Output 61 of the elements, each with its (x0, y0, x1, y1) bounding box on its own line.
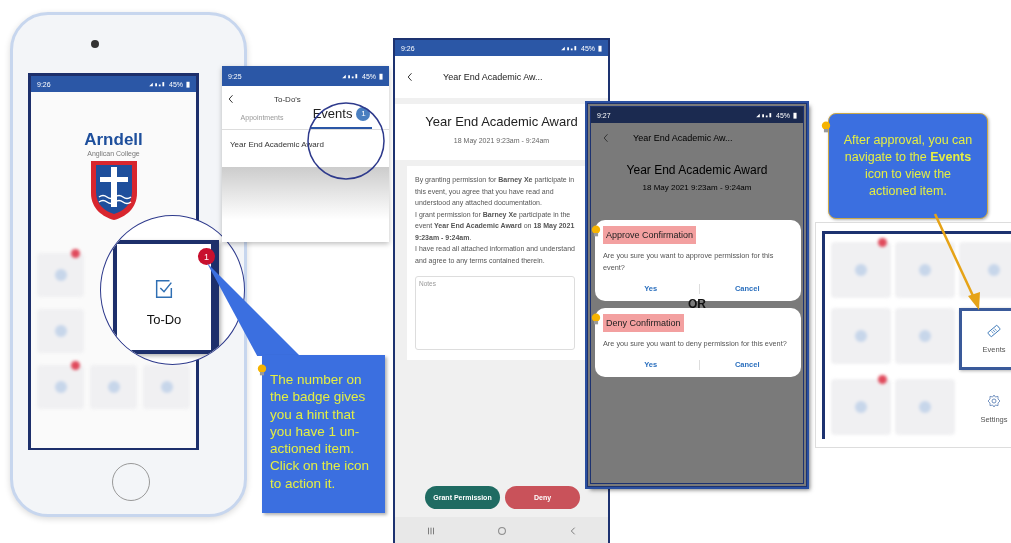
event-title: Year End Academic Award (625, 163, 769, 177)
blurred-badge (878, 238, 887, 247)
lightbulb-icon (591, 312, 601, 325)
blurred-tile[interactable] (143, 365, 190, 409)
blurred-icon (107, 381, 120, 393)
blurred-badge (71, 361, 80, 370)
signal-icon (341, 72, 359, 80)
separator-text: OR (687, 297, 707, 311)
blurred-badge (878, 375, 887, 385)
settings-icon (986, 392, 1002, 409)
blurred-tile[interactable] (895, 242, 955, 298)
count-badge: 1 (356, 106, 371, 121)
college-name: Arndell (84, 130, 143, 150)
home-icon[interactable] (496, 526, 507, 536)
signal-icon (560, 44, 578, 52)
blurred-badge (71, 249, 80, 258)
lightbulb-icon (591, 224, 601, 237)
screen-title: Year End Academic Aw... (443, 72, 543, 82)
blurred-tile[interactable] (959, 242, 1011, 298)
blurred-icon (919, 264, 931, 276)
blurred-icon (988, 264, 1000, 276)
signal-icon (755, 111, 773, 119)
blurred-icon (160, 381, 173, 393)
blurred-icon (855, 264, 867, 276)
todo-tile[interactable]: 1 To-Do (113, 240, 219, 354)
blurred-icon (54, 381, 67, 393)
event-date: 18 May 2021 9:23am - 9:24am (641, 183, 753, 192)
battery-icon (379, 72, 383, 80)
recent-apps-icon[interactable] (425, 526, 436, 536)
blurred-icon (855, 401, 867, 414)
lightbulb-icon (257, 363, 267, 376)
blurred-icon (54, 269, 67, 281)
speaker-dot (91, 40, 99, 48)
blurred-icon (919, 329, 931, 342)
lightbulb-icon (821, 120, 831, 133)
callout-text: After approval, you can navigate to the Events icon to view the actioned item. (843, 132, 973, 200)
blurred-icon (855, 329, 867, 342)
back-icon[interactable] (407, 72, 413, 82)
blurred-tile[interactable] (90, 365, 137, 409)
blurred-tile[interactable] (895, 379, 955, 436)
event-title: Year End Academic Award (425, 114, 578, 129)
blurred-icon (919, 401, 931, 414)
blurred-tile[interactable] (831, 307, 891, 364)
notification-badge: 1 (198, 248, 215, 265)
blurred-icon (54, 325, 67, 337)
callout-text: The number on the badge gives you a hint that you have 1 un-actioned item. Click on the icon to action it. (270, 371, 371, 493)
screen-title: To-Do's (274, 94, 301, 104)
blurred-tile[interactable] (37, 309, 84, 353)
battery-icon (186, 80, 190, 88)
crest-logo (88, 159, 139, 221)
battery-icon (793, 111, 797, 119)
ticket-icon (986, 323, 1002, 340)
battery-icon (598, 44, 602, 52)
signal-icon (148, 80, 166, 88)
dialog-title: Approve Confirmation (603, 226, 697, 244)
blurred-tile[interactable] (895, 307, 955, 364)
checkbox-icon (153, 277, 175, 300)
dialog-title: Deny Confirmation (603, 314, 684, 332)
tile-label: To-Do (146, 311, 182, 327)
back-icon[interactable] (228, 94, 234, 104)
screen-title: Year End Academic Aw... (633, 133, 733, 143)
